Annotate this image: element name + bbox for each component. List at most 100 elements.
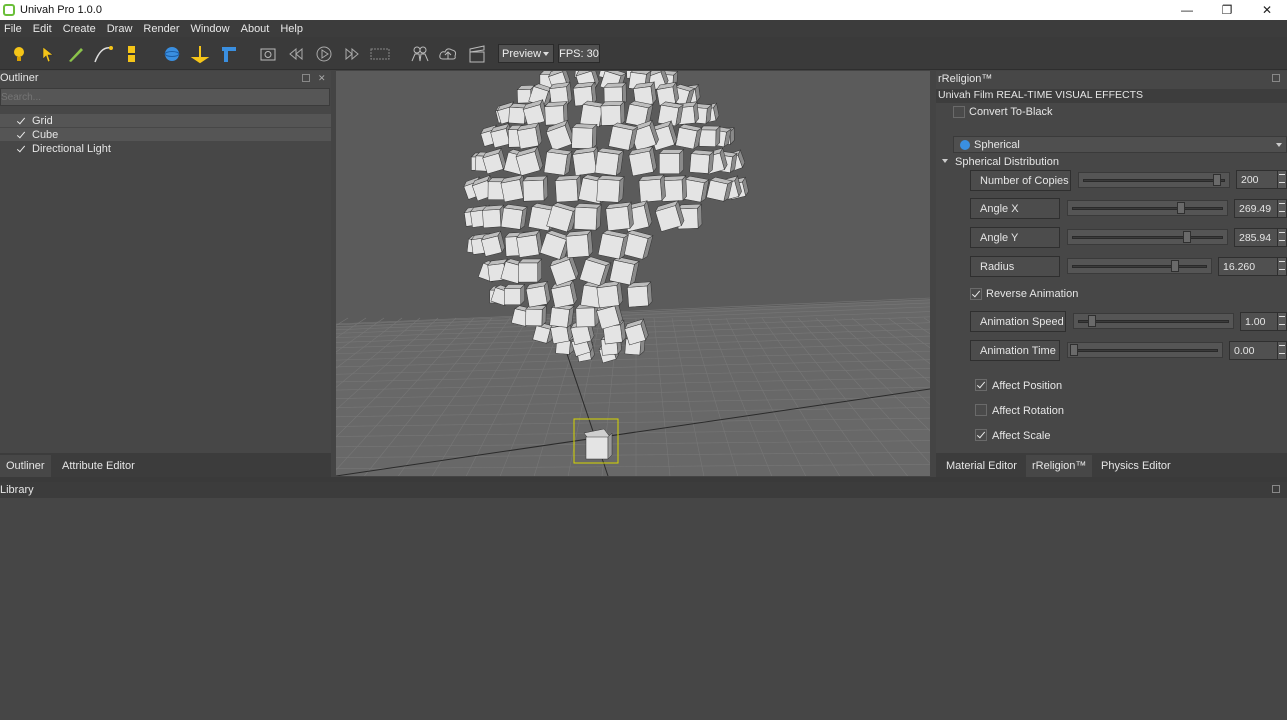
- play-icon[interactable]: [314, 44, 334, 64]
- tab-rreligion[interactable]: rReligion™: [1026, 455, 1093, 477]
- tab-physics-editor[interactable]: Physics Editor: [1095, 455, 1177, 477]
- collapse-caret-icon[interactable]: [942, 159, 948, 163]
- chevron-down-icon: [543, 52, 549, 56]
- wall-icon[interactable]: [219, 44, 239, 64]
- angle-x-slider[interactable]: [1067, 200, 1228, 216]
- copy-cube: [549, 303, 575, 329]
- rreligion-panel: rReligion™ Univah Film REAL-TIME VISUAL …: [936, 71, 1287, 453]
- slider-handle[interactable]: [1177, 202, 1186, 214]
- distribution-dropdown[interactable]: Spherical: [953, 136, 1287, 153]
- 3d-viewport[interactable]: [336, 71, 930, 476]
- radius-field[interactable]: 16.260: [1218, 257, 1287, 276]
- slider-handle[interactable]: [1070, 344, 1078, 356]
- angle-y-slider[interactable]: [1067, 229, 1228, 245]
- spin-buttons[interactable]: [1277, 313, 1286, 330]
- number-of-copies-slider[interactable]: [1078, 172, 1230, 188]
- cloud-upload-icon[interactable]: [438, 44, 458, 64]
- menu-window[interactable]: Window: [186, 23, 236, 35]
- menu-draw[interactable]: Draw: [103, 23, 140, 35]
- menu-help[interactable]: Help: [276, 23, 310, 35]
- record-icon[interactable]: [370, 44, 390, 64]
- tree-item-label: Grid: [32, 114, 53, 127]
- copy-cube: [594, 147, 625, 177]
- affect-scale-label: Affect Scale: [992, 430, 1051, 442]
- tree-item-cube[interactable]: Cube: [0, 128, 331, 141]
- people-icon[interactable]: [410, 44, 430, 64]
- visibility-check-icon[interactable]: [16, 116, 26, 126]
- convert-to-black-checkbox[interactable]: [953, 106, 965, 118]
- spin-buttons[interactable]: [1277, 229, 1286, 246]
- copy-cube: [565, 229, 594, 259]
- camera-icon[interactable]: [258, 44, 278, 64]
- copy-cube: [543, 148, 573, 176]
- radius-value: 16.260: [1223, 260, 1256, 273]
- menu-file[interactable]: File: [0, 23, 29, 35]
- tab-attribute-editor[interactable]: Attribute Editor: [56, 455, 141, 477]
- spin-buttons[interactable]: [1277, 342, 1286, 359]
- toolbar: [0, 37, 1287, 70]
- menu-edit[interactable]: Edit: [29, 23, 59, 35]
- tab-material-editor[interactable]: Material Editor: [940, 455, 1023, 477]
- radius-slider[interactable]: [1067, 258, 1212, 274]
- measure-icon[interactable]: [122, 44, 142, 64]
- copy-cube: [571, 123, 598, 150]
- slider-handle[interactable]: [1087, 315, 1096, 327]
- menu-create[interactable]: Create: [59, 23, 103, 35]
- affect-scale-checkbox[interactable]: [975, 429, 987, 441]
- curve-icon[interactable]: [93, 44, 113, 64]
- fast-forward-icon[interactable]: [342, 44, 362, 64]
- tree-item-grid[interactable]: Grid: [0, 114, 331, 127]
- number-of-copies-field[interactable]: 200: [1236, 170, 1287, 189]
- close-panel-icon[interactable]: ✕: [318, 74, 326, 83]
- maximize-button[interactable]: ❐: [1207, 0, 1247, 20]
- minimize-button[interactable]: —: [1167, 0, 1207, 20]
- spin-buttons[interactable]: [1277, 258, 1286, 275]
- tab-outliner[interactable]: Outliner: [0, 455, 51, 477]
- copy-cube: [516, 122, 543, 150]
- clapper-icon[interactable]: [467, 44, 487, 64]
- light-bulb-icon[interactable]: [9, 44, 29, 64]
- copy-cube: [597, 230, 630, 260]
- animation-speed-slider[interactable]: [1073, 313, 1234, 329]
- preview-dropdown[interactable]: Preview: [498, 44, 554, 63]
- menu-about[interactable]: About: [237, 23, 277, 35]
- viewport-scene[interactable]: [336, 71, 930, 476]
- copy-cube: [517, 258, 543, 283]
- chevron-down-icon: [1276, 143, 1282, 147]
- pencil-icon[interactable]: [66, 44, 86, 64]
- affect-rotation-checkbox[interactable]: [975, 404, 987, 416]
- outliner-panel: Outliner ✕ Grid Cube Directional Light: [0, 71, 331, 453]
- animation-speed-field[interactable]: 1.00: [1240, 312, 1287, 331]
- angle-x-field[interactable]: 269.49: [1234, 199, 1287, 218]
- reverse-animation-checkbox[interactable]: [970, 288, 982, 300]
- tree-item-directional-light[interactable]: Directional Light: [0, 142, 331, 155]
- fps-display: FPS: 30: [558, 44, 600, 63]
- animation-time-field[interactable]: 0.00: [1229, 341, 1287, 360]
- visibility-check-icon[interactable]: [16, 144, 26, 154]
- angle-y-label: Angle Y: [970, 227, 1060, 248]
- angle-y-field[interactable]: 285.94: [1234, 228, 1287, 247]
- sphere-icon[interactable]: [162, 44, 182, 64]
- outliner-search-input[interactable]: [0, 88, 330, 106]
- pivot-icon[interactable]: [190, 44, 210, 64]
- float-panel-icon[interactable]: [1272, 74, 1280, 82]
- slider-handle[interactable]: [1212, 174, 1221, 186]
- affect-position-checkbox[interactable]: [975, 379, 987, 391]
- close-button[interactable]: ✕: [1247, 0, 1287, 20]
- animation-time-slider[interactable]: [1067, 342, 1223, 358]
- copy-cube: [698, 125, 721, 148]
- visibility-check-icon[interactable]: [16, 130, 26, 140]
- spin-buttons[interactable]: [1277, 171, 1286, 188]
- slider-groove: [1072, 349, 1218, 352]
- spin-buttons[interactable]: [1277, 200, 1286, 217]
- float-panel-icon[interactable]: [1272, 485, 1280, 493]
- float-panel-icon[interactable]: [302, 74, 310, 82]
- rewind-icon[interactable]: [286, 44, 306, 64]
- slider-handle[interactable]: [1183, 231, 1192, 243]
- select-arrow-icon[interactable]: [38, 44, 58, 64]
- copy-cube: [626, 281, 653, 308]
- menu-render[interactable]: Render: [139, 23, 186, 35]
- slider-handle[interactable]: [1170, 260, 1179, 272]
- copy-cube: [573, 203, 602, 231]
- copy-cube: [500, 204, 528, 230]
